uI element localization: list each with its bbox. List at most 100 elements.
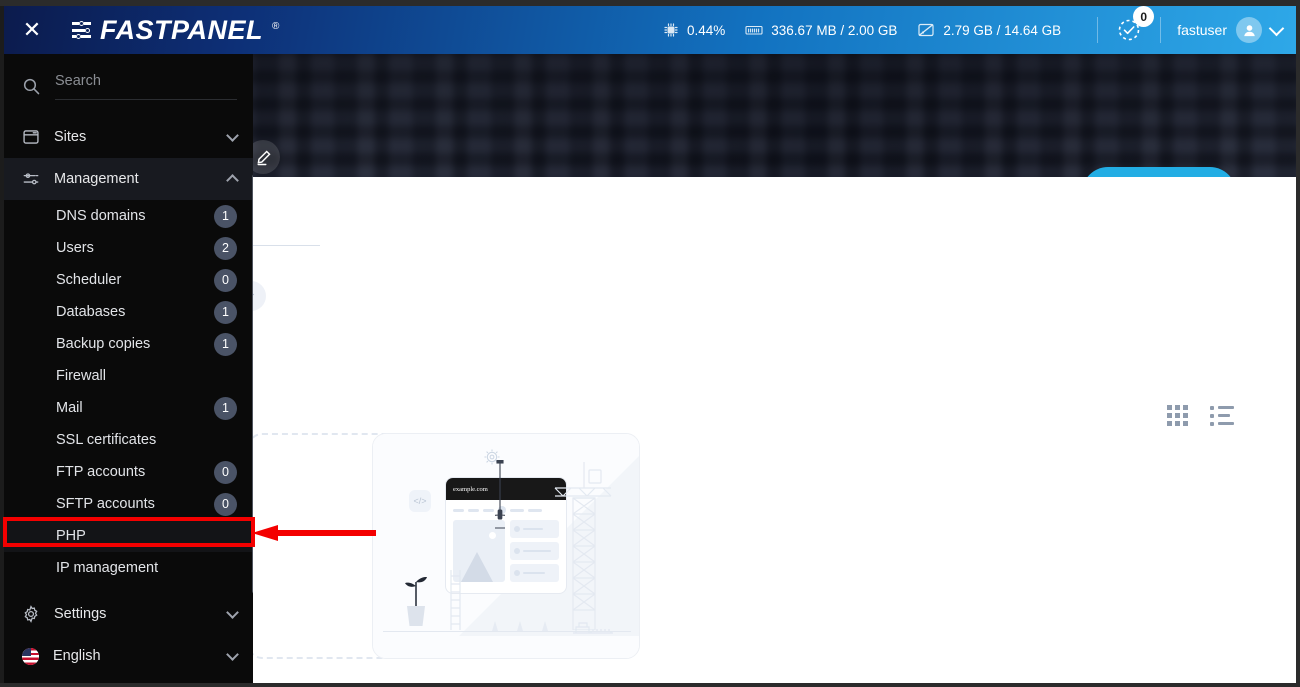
sidebar-item-users[interactable]: Users 2 [4,232,253,264]
search-input[interactable] [55,73,237,89]
sidebar-group-management[interactable]: Management [4,158,253,200]
disk-value: 2.79 GB / 14.64 GB [943,22,1062,38]
thumb-browser-mock: example.com [445,477,567,594]
ram-stat: 336.67 MB / 2.00 GB [745,23,897,38]
ram-icon [745,23,763,37]
header-divider-2 [1160,17,1162,43]
window-frame-right [1296,0,1300,687]
window-frame-bottom [0,683,1300,687]
top-header-bar: ✕ FASTPANEL ® 0.44% 336.67 MB / 2.00 GB … [4,6,1296,54]
sidebar-search-underline [55,72,237,100]
view-mode-toggle [1167,405,1234,426]
thumb-plant-illustration [405,576,427,626]
sidebar-scrollbar-thumb[interactable] [252,174,253,594]
sidebar-item-badge: 0 [214,492,237,516]
sidebar-item-label: Firewall [56,368,106,384]
thumb-body [446,514,566,588]
code-tag-icon: </> [409,490,431,512]
site-thumbnail: </> example.com [373,434,639,658]
disk-stat: 2.79 GB / 14.64 GB [917,22,1061,38]
sidebar-item-ip-management[interactable]: IP management [4,552,253,584]
brand-name: FASTPANEL [100,14,264,45]
sidebar-item-backup-copies[interactable]: Backup copies 1 [4,328,253,360]
ram-value: 336.67 MB / 2.00 GB [771,22,898,38]
sidebar-item-sftp-accounts[interactable]: SFTP accounts 0 [4,488,253,520]
sidebar-group-sites-label: Sites [54,129,87,145]
cpu-stat: 0.44% [663,22,725,38]
app-root: ✕ FASTPANEL ® 0.44% 336.67 MB / 2.00 GB … [0,0,1300,687]
sidebar-item-databases[interactable]: Databases 1 [4,296,253,328]
flag-us-icon [22,647,39,665]
registered-mark: ® [272,20,280,32]
cpu-value: 0.44% [687,22,726,38]
site-card[interactable]: </> example.com [372,433,640,659]
sidebar-group-sites[interactable]: Sites [4,116,253,158]
sidebar-item-label: Mail [56,400,83,416]
sidebar-item-label: DNS domains [56,208,146,224]
sidebar-search[interactable] [4,54,253,100]
sidebar-item-ftp-accounts[interactable]: FTP accounts 0 [4,456,253,488]
sidebar-item-scheduler[interactable]: Scheduler 0 [4,264,253,296]
avatar [1236,17,1262,43]
chevron-down-icon [226,647,239,661]
sidebar-item-label: SFTP accounts [56,496,155,512]
chevron-down-icon [1268,20,1285,36]
sidebar-item-label: Users [56,240,94,256]
cpu-icon [663,22,679,38]
search-icon [22,77,41,96]
sidebar-item-firewall[interactable]: Firewall [4,360,253,392]
sidebar-item-label: SSL certificates [56,432,157,448]
thumb-pendant-lamp [495,460,505,529]
header-right-cluster: 0.44% 336.67 MB / 2.00 GB 2.79 GB / 14.6… [663,6,1296,54]
sidebar-item-partial-bottom[interactable] [4,677,253,683]
sidebar-settings-label: Settings [54,606,107,622]
sidebar-item-dns-domains[interactable]: DNS domains 1 [4,200,253,232]
sidebar-item-badge: 1 [214,332,237,356]
username-label: fastuser [1177,22,1227,38]
grid-view-icon[interactable] [1167,405,1188,426]
sidebar-item-language[interactable]: English [4,635,253,677]
sidebar-item-badge: 1 [214,396,237,420]
user-menu[interactable]: fastuser [1177,17,1285,43]
sidebar: Sites Management DNS domains 1 Users 2 [4,54,253,683]
thumb-cones-illustration [492,621,548,631]
sidebar-item-badge: 1 [214,300,237,324]
disk-icon [917,22,935,38]
notification-count-badge: 0 [1133,6,1155,27]
create-site-button[interactable]: + Create site [1082,167,1236,177]
sidebar-management-items: DNS domains 1 Users 2 Scheduler 0 Databa… [4,200,253,584]
pencil-icon [255,149,272,166]
sidebar-language-label: English [53,648,101,664]
sidebar-scrollbar[interactable] [252,54,253,683]
sidebar-item-badge: 0 [214,460,237,484]
sidebar-item-label: Databases [56,304,126,320]
sidebar-group-management-label: Management [54,171,139,187]
sidebar-item-badge: 2 [214,236,237,260]
notifications-button[interactable]: 0 [1114,6,1155,45]
header-divider-1 [1097,17,1099,43]
sidebar-item-badge: 1 [214,204,237,228]
thumb-crane-illustration [554,462,612,630]
sidebar-item-label: IP management [56,560,159,576]
sidebar-item-settings[interactable]: Settings [4,593,253,635]
close-icon[interactable]: ✕ [4,19,60,41]
list-view-icon[interactable] [1210,405,1234,426]
sidebar-item-php[interactable]: PHP [4,520,253,552]
brand-logo: FASTPANEL ® [72,15,279,46]
sidebar-item-ssl-certificates[interactable]: SSL certificates [4,424,253,456]
thumb-excavator-illustration [573,622,613,634]
sidebar-item-label: FTP accounts [56,464,146,480]
sidebar-item-mail[interactable]: Mail 1 [4,392,253,424]
chevron-up-icon [226,174,239,187]
sidebar-item-badge: 0 [214,268,237,292]
thumb-nav-row [446,500,566,514]
chevron-down-icon [226,128,239,142]
thumb-browser-urlbar: example.com [446,478,566,500]
gear-icon [22,605,40,623]
sliders-icon [22,170,40,188]
window-icon [22,128,40,146]
sliders-logo-icon [72,21,91,39]
sidebar-item-label: Backup copies [56,336,151,352]
thumb-ladder-illustration [450,570,461,630]
sidebar-item-label: PHP [56,528,86,544]
